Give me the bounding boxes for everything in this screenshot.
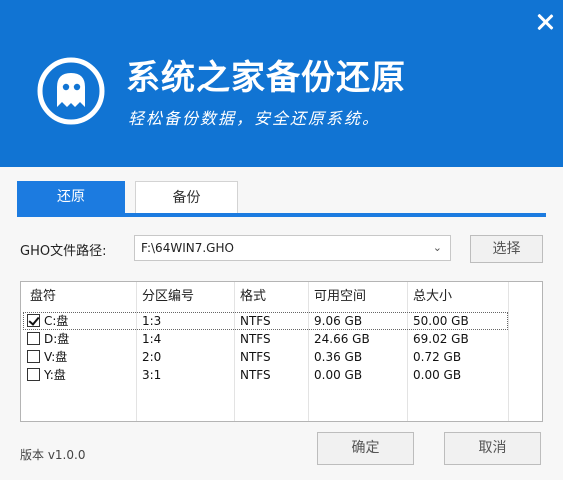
gho-path-value: F:\64WIN7.GHO <box>141 241 234 255</box>
checkbox-icon[interactable] <box>27 314 40 327</box>
version-label: 版本 v1.0.0 <box>20 448 86 462</box>
chevron-down-icon: ⌄ <box>432 241 442 254</box>
partition-cell: 3:1 <box>142 368 162 382</box>
free-cell: 0.36 GB <box>314 350 363 364</box>
total-cell: 0.00 GB <box>413 368 462 382</box>
free-cell: 0.00 GB <box>314 368 363 382</box>
drive-cell: D:盘 <box>44 332 70 346</box>
format-cell: NTFS <box>240 368 271 382</box>
checkbox-icon[interactable] <box>27 368 40 381</box>
header-banner: 系统之家备份还原 轻松备份数据，安全还原系统。 <box>0 0 563 167</box>
total-cell: 50.00 GB <box>413 314 469 328</box>
partition-cell: 1:3 <box>142 314 162 328</box>
free-cell: 24.66 GB <box>314 332 370 346</box>
partition-cell: 1:4 <box>142 332 162 346</box>
total-cell: 0.72 GB <box>413 350 462 364</box>
table-row[interactable]: V:盘 2:0 NTFS 0.36 GB 0.72 GB <box>23 348 508 366</box>
checkbox-icon[interactable] <box>27 350 40 363</box>
app-window: 系统之家备份还原 轻松备份数据，安全还原系统。 还原 备份 GHO文件路径: F… <box>0 0 563 480</box>
gho-path-select[interactable]: F:\64WIN7.GHO ⌄ <box>134 235 451 261</box>
drive-cell: C:盘 <box>44 314 69 328</box>
close-icon[interactable] <box>535 12 555 32</box>
table-row[interactable]: C:盘 1:3 NTFS 9.06 GB 50.00 GB <box>23 312 508 330</box>
column-header-free[interactable]: 可用空间 <box>314 282 366 312</box>
column-header-format[interactable]: 格式 <box>240 282 266 312</box>
table-row[interactable]: D:盘 1:4 NTFS 24.66 GB 69.02 GB <box>23 330 508 348</box>
tab-bar: 还原 备份 <box>17 181 546 217</box>
format-cell: NTFS <box>240 314 271 328</box>
drive-cell: Y:盘 <box>44 368 66 382</box>
checkbox-icon[interactable] <box>27 332 40 345</box>
column-header-total[interactable]: 总大小 <box>413 282 452 312</box>
free-cell: 9.06 GB <box>314 314 363 328</box>
format-cell: NTFS <box>240 350 271 364</box>
app-subtitle: 轻松备份数据，安全还原系统。 <box>128 109 381 128</box>
table-header: 盘符 分区编号 格式 可用空间 总大小 <box>21 282 542 312</box>
tab-restore[interactable]: 还原 <box>17 181 125 213</box>
browse-button[interactable]: 选择 <box>470 235 543 263</box>
ghost-logo-icon <box>37 57 105 125</box>
format-cell: NTFS <box>240 332 271 346</box>
app-title: 系统之家备份还原 <box>126 58 406 98</box>
cancel-button[interactable]: 取消 <box>444 432 541 465</box>
tab-backup[interactable]: 备份 <box>135 181 238 213</box>
gho-path-label: GHO文件路径: <box>20 244 107 259</box>
column-header-partition[interactable]: 分区编号 <box>142 282 194 312</box>
partition-cell: 2:0 <box>142 350 162 364</box>
drive-cell: V:盘 <box>44 350 68 364</box>
total-cell: 69.02 GB <box>413 332 469 346</box>
ok-button[interactable]: 确定 <box>317 432 414 465</box>
column-header-drive[interactable]: 盘符 <box>30 282 56 312</box>
partition-table: 盘符 分区编号 格式 可用空间 总大小 C:盘 1:3 NTFS 9.06 GB… <box>20 281 543 422</box>
table-row[interactable]: Y:盘 3:1 NTFS 0.00 GB 0.00 GB <box>23 366 508 384</box>
